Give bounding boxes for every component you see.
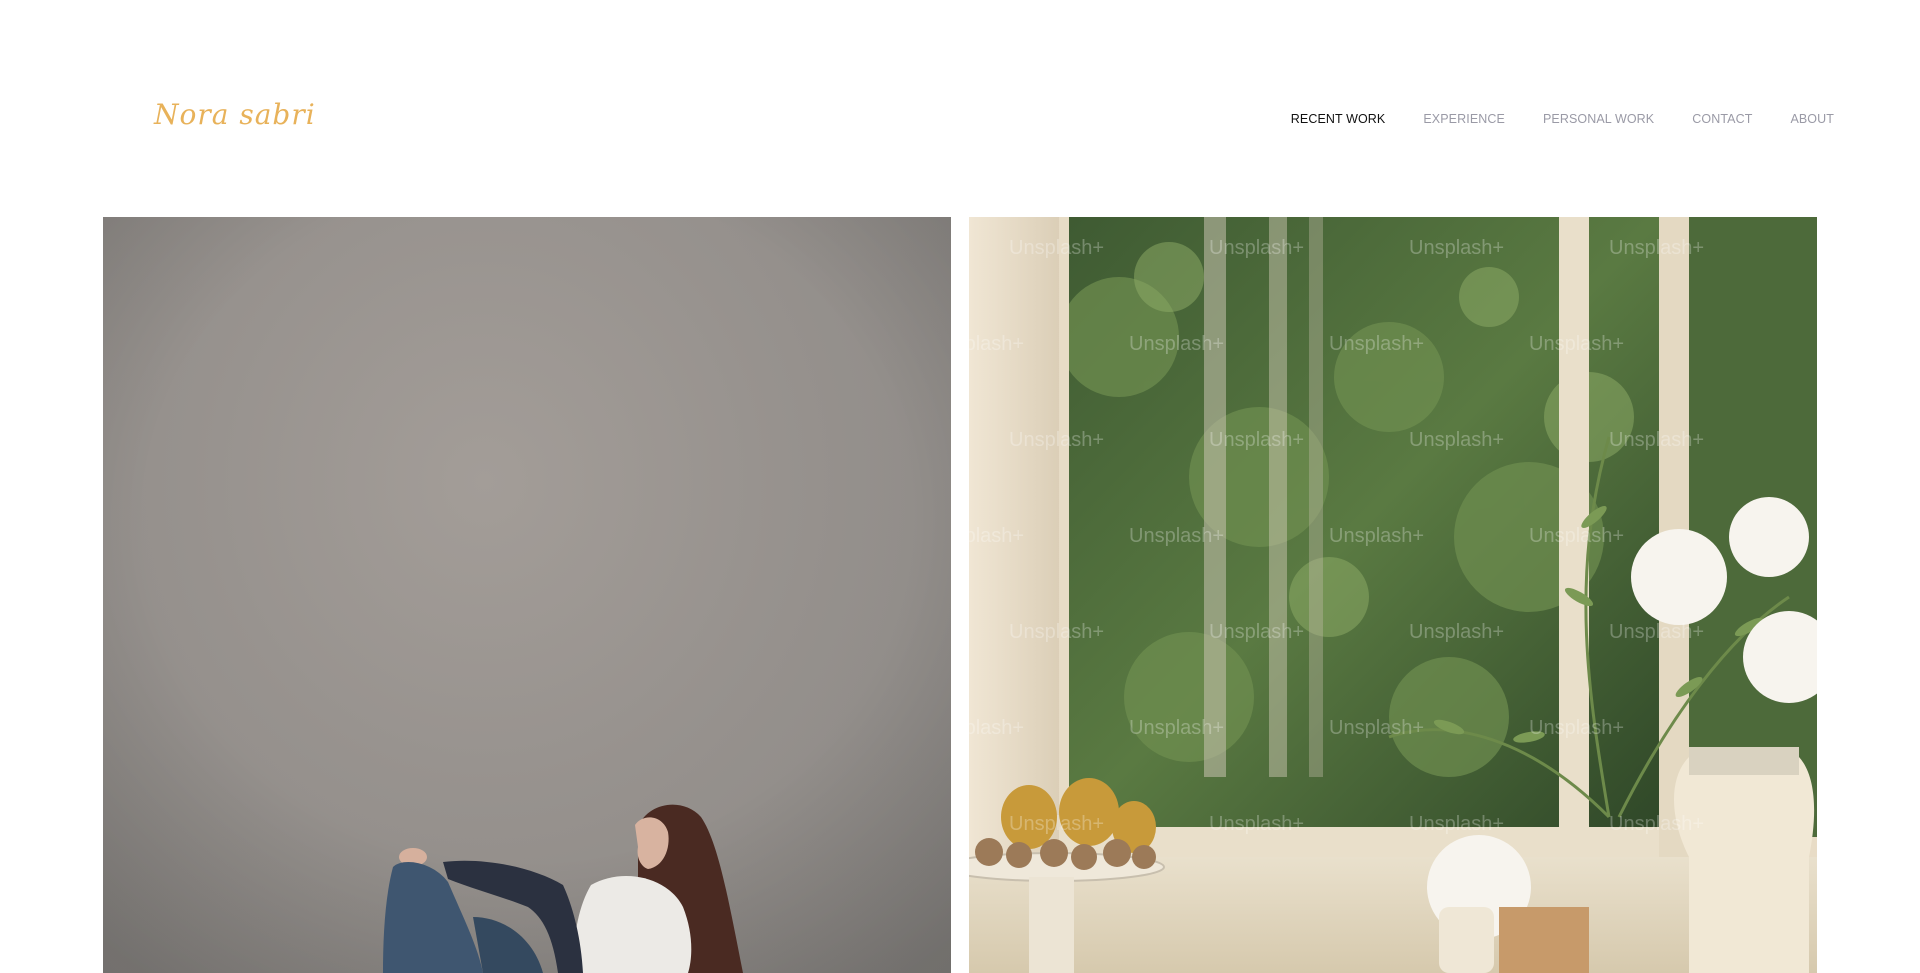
- work-gallery: Unsplash+Unsplash+Unsplash+Unsplash+Unsp…: [103, 217, 1817, 973]
- nav-about[interactable]: ABOUT: [1790, 112, 1834, 126]
- site-logo[interactable]: Nora sabri: [154, 98, 316, 131]
- gallery-item-portrait[interactable]: [103, 217, 951, 973]
- nav-contact[interactable]: CONTACT: [1692, 112, 1752, 126]
- site-header: Nora sabri RECENT WORK EXPERIENCE PERSON…: [0, 0, 1920, 217]
- portrait-photo: [103, 217, 951, 973]
- nav-experience[interactable]: EXPERIENCE: [1423, 112, 1505, 126]
- nav-personal-work[interactable]: PERSONAL WORK: [1543, 112, 1654, 126]
- gallery-item-still-life[interactable]: Unsplash+Unsplash+Unsplash+Unsplash+Unsp…: [969, 217, 1817, 973]
- still-life-photo: [969, 217, 1817, 973]
- main-nav: RECENT WORK EXPERIENCE PERSONAL WORK CON…: [1253, 112, 1834, 126]
- nav-recent-work[interactable]: RECENT WORK: [1291, 112, 1386, 126]
